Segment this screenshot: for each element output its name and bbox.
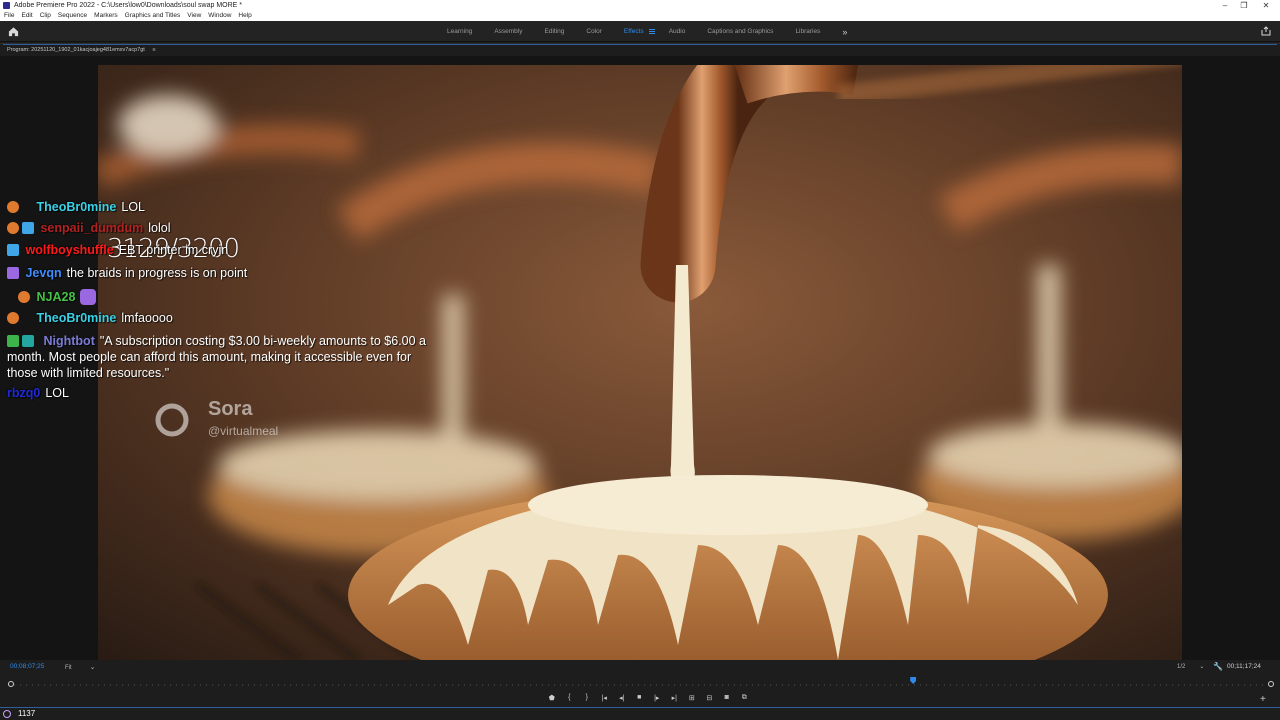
go-to-in-button[interactable]: |◂ [596,694,614,704]
chat-text: EBT printer im cryin [118,243,229,257]
menu-markers[interactable]: Markers [94,11,117,21]
chat-badge-icon [7,244,19,256]
emote-icon [80,289,97,305]
chat-message: TheoBr0mine LOL [7,200,145,214]
zoom-handle-end[interactable] [1268,681,1274,687]
chat-message: rbzq0 LOL [7,386,69,400]
menu-help[interactable]: Help [238,11,251,21]
workspace-tabs: Learning Assembly Editing Color Effects … [447,21,847,42]
duration-timecode: 00;11;17;24 [1227,663,1261,670]
chat-badge-icon [7,335,19,347]
chat-badge-icon [22,222,34,234]
step-forward-button[interactable]: |▸ [648,694,666,704]
chat-text: lolol [148,221,171,235]
add-marker-button[interactable]: ⬟ [543,694,561,704]
insert-button[interactable]: ⊞ [683,694,701,704]
chat-username: TheoBr0mine [36,200,117,214]
more-workspaces-icon[interactable]: » [842,27,847,37]
tab-audio[interactable]: Audio [669,28,686,35]
chat-badge-icon [22,335,34,347]
chat-badge-icon [7,201,19,213]
stream-status-bar: 1137 [0,707,1280,720]
tab-captions-and-graphics[interactable]: Captions and Graphics [707,28,773,35]
share-icon[interactable] [1261,26,1271,36]
tab-editing[interactable]: Editing [545,28,565,35]
chat-username: NJA28 [36,290,76,304]
chat-username: senpaii_dumdum [40,221,144,235]
chat-username: rbzq0 [7,386,41,400]
chat-message: NJA28 [7,289,99,305]
chat-message: TheoBr0mine lmfaoooo [7,311,173,325]
zoom-handle-start[interactable] [8,681,14,687]
step-back-button[interactable]: ◂| [613,694,631,704]
window-titlebar: Adobe Premiere Pro 2022 - C:\Users\low0\… [0,0,1280,11]
chat-badge-icon [18,291,30,303]
chat-username: Jevqn [25,266,62,280]
chat-badge-icon [22,201,30,213]
menu-edit[interactable]: Edit [21,11,32,21]
chat-badge-icon [7,222,19,234]
chat-text: lmfaoooo [121,311,173,325]
tab-libraries[interactable]: Libraries [795,28,820,35]
viewer-count: 1137 [18,709,36,718]
tab-effects[interactable]: Effects [624,28,644,35]
chat-text: the braids in progress is on point [66,266,248,280]
playhead[interactable] [910,677,917,684]
program-monitor: 3129/3200 Sora @virtualmeal TheoBr0mine L… [0,56,1280,660]
mark-in-button[interactable]: { [561,694,579,704]
stop-button[interactable]: ■ [631,694,649,704]
overwrite-button[interactable]: ⊟ [701,694,719,704]
viewer-count-icon [3,710,11,718]
chat-badge-icon [7,267,19,279]
ruler-ticks [8,684,1274,686]
chat-text: LOL [45,386,69,400]
home-icon[interactable] [8,26,19,37]
go-to-out-button[interactable]: ▸| [666,694,684,704]
chat-badge-icon [7,291,15,303]
menu-window[interactable]: Window [208,11,231,21]
chat-message: wolfboyshuffle EBT printer im cryin [7,243,228,257]
chat-username: Nightbot [43,334,95,348]
comparison-view-button[interactable]: ⧉ [736,694,754,704]
menu-bar: File Edit Clip Sequence Markers Graphics… [0,11,1280,21]
mark-out-button[interactable]: } [578,694,596,704]
chat-text: LOL [121,200,146,214]
chat-message: Nightbot "A subscription costing $3.00 bi… [7,333,432,381]
settings-wrench-icon[interactable]: 🔧 [1213,662,1223,671]
current-timecode[interactable]: 00;08;07;25 [10,663,44,670]
chat-badge-icon [7,312,19,324]
close-button[interactable]: ✕ [1255,0,1277,11]
maximize-button[interactable]: ❐ [1233,0,1255,11]
playback-resolution-select[interactable]: 1/2 [1177,663,1204,670]
transport-bar: ⬟ { } |◂ ◂| ■ |▸ ▸| ⊞ ⊟ ◙ ⧉ [543,694,753,704]
window-title: Adobe Premiere Pro 2022 - C:\Users\low0\… [14,2,242,9]
chat-badge-icon [22,312,30,324]
tab-color[interactable]: Color [586,28,602,35]
chat-username: TheoBr0mine [36,311,117,325]
zoom-fit-select[interactable]: Fit [65,663,96,671]
program-monitor-header: Program: 20251120_1902_01kacjoajeg481emx… [0,43,1280,56]
sora-logo-icon [155,403,189,437]
chat-message: Jevqn the braids in progress is on point [7,266,247,280]
time-ruler[interactable] [8,677,1274,689]
menu-file[interactable]: File [4,11,14,21]
button-editor-plus-icon[interactable]: + [1260,694,1266,705]
chat-message: senpaii_dumdum lolol [7,221,171,235]
program-monitor-title[interactable]: Program: 20251120_1902_01kacjoajeg481emx… [7,47,145,53]
premiere-app-icon [3,2,10,9]
panel-menu-icon[interactable]: ≡ [152,47,155,53]
chat-username: wolfboyshuffle [25,243,114,257]
menu-view[interactable]: View [187,11,201,21]
export-frame-camera-icon[interactable]: ◙ [718,694,736,704]
tab-assembly[interactable]: Assembly [494,28,522,35]
menu-clip[interactable]: Clip [40,11,51,21]
menu-graphics-and-titles[interactable]: Graphics and Titles [125,11,181,21]
menu-sequence[interactable]: Sequence [58,11,87,21]
watermark-handle: @virtualmeal [208,424,279,438]
watermark-brand: Sora [208,398,253,420]
workspace-bar: Learning Assembly Editing Color Effects … [0,21,1280,42]
workspace-menu-icon[interactable] [648,29,655,34]
tab-learning[interactable]: Learning [447,28,472,35]
